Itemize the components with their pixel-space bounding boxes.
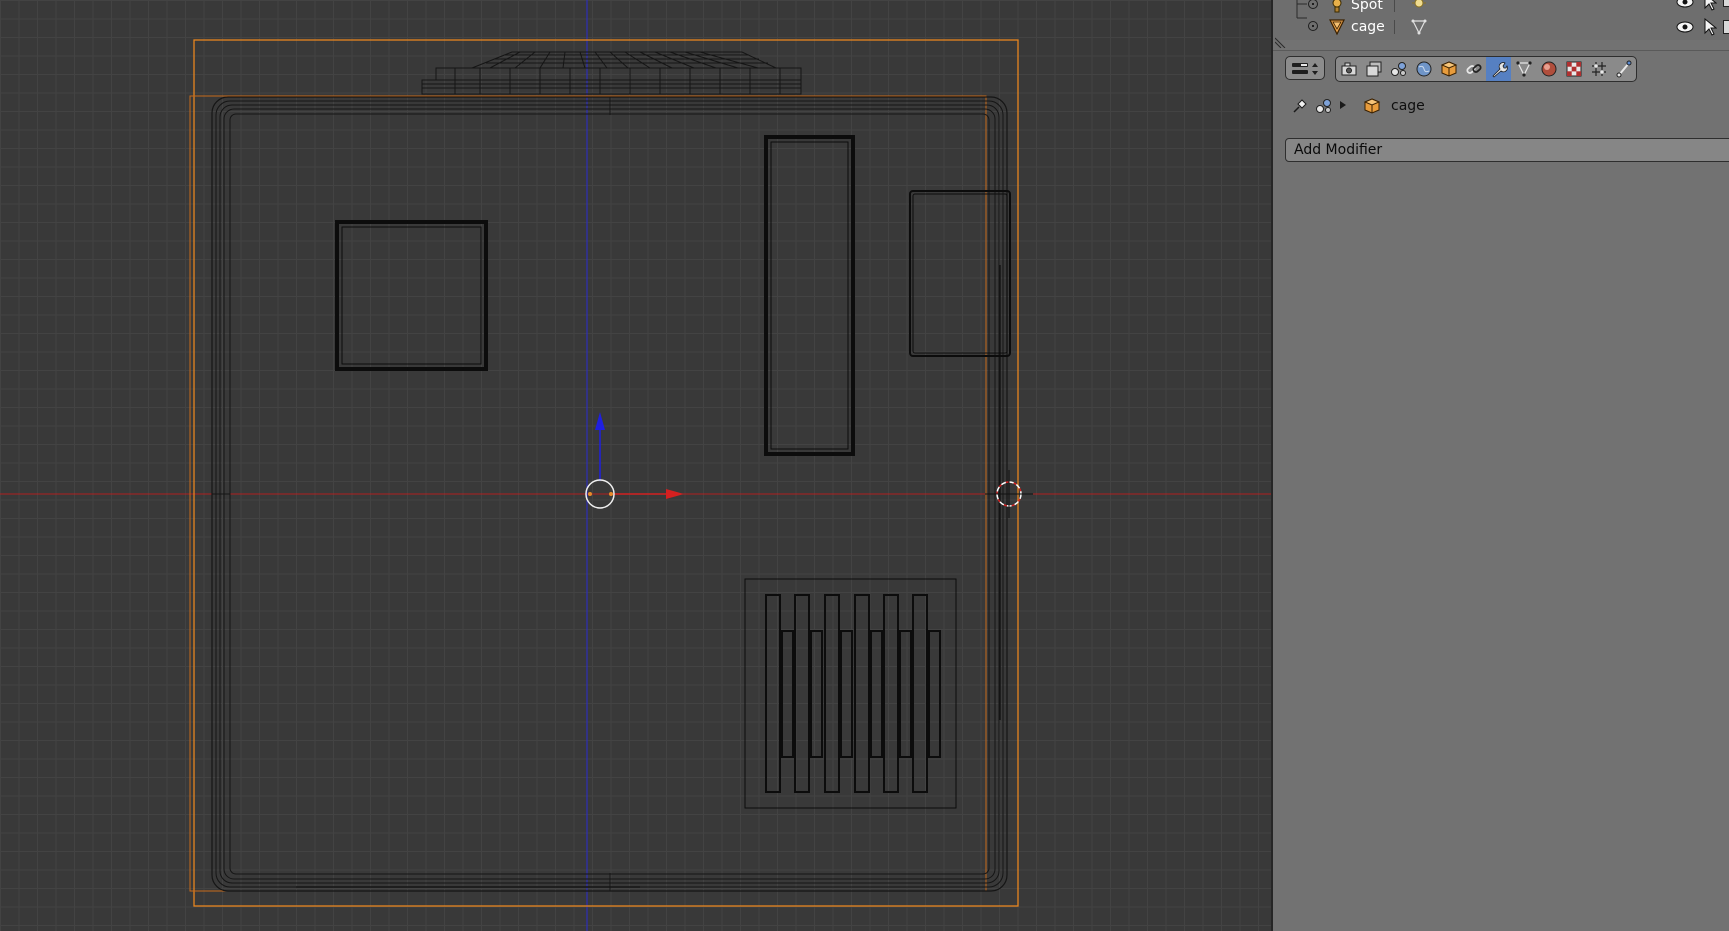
outliner-row-spot[interactable]: Spot [1273, 0, 1729, 14]
visibility-eye-icon[interactable] [1676, 0, 1694, 10]
add-modifier-label: Add Modifier [1294, 142, 1383, 158]
particles-icon [1591, 62, 1606, 76]
editor-type-button[interactable] [1285, 56, 1325, 80]
scene-icon [1316, 99, 1331, 113]
outliner-item-label[interactable]: Spot [1351, 0, 1383, 14]
side-panel: Spot cage cage Add Modifier [1271, 0, 1729, 931]
link-icon [1465, 64, 1482, 74]
outliner-separator [1394, 20, 1395, 34]
tab-world[interactable] [1411, 57, 1436, 81]
checker-texture-icon [1566, 61, 1581, 77]
editor-type-icon [1292, 63, 1318, 75]
expand-toggle-icon[interactable] [1308, 21, 1318, 31]
tab-material[interactable] [1536, 57, 1561, 81]
selection-outline[interactable] [193, 39, 1019, 907]
tab-particles[interactable] [1586, 57, 1611, 81]
lamp-data-icon[interactable] [1410, 0, 1428, 14]
tab-texture[interactable] [1561, 57, 1586, 81]
tab-object[interactable] [1436, 57, 1461, 81]
cube-icon [1440, 61, 1457, 77]
tab-physics[interactable] [1611, 57, 1636, 81]
tree-line-icon [1296, 4, 1307, 19]
renderable-camera-icon[interactable] [1723, 20, 1729, 34]
tab-render[interactable] [1336, 57, 1361, 81]
cube-icon [1363, 98, 1381, 114]
breadcrumb-object-label: cage [1391, 98, 1425, 114]
context-tabs [1335, 56, 1637, 82]
outliner-row-cage[interactable]: cage [1273, 4, 1729, 40]
breadcrumb-arrow-icon [1340, 101, 1346, 109]
camera-icon [1341, 62, 1356, 76]
vent-grill[interactable] [744, 578, 957, 809]
properties-header [1273, 50, 1729, 85]
add-modifier-dropdown[interactable]: Add Modifier [1285, 138, 1729, 162]
3d-cursor[interactable] [985, 470, 1033, 518]
physics-icon [1616, 60, 1631, 78]
3d-viewport[interactable] [0, 0, 1271, 931]
gizmo-x-arrow-head[interactable] [666, 489, 684, 499]
tab-data[interactable] [1511, 57, 1536, 81]
tab-scene[interactable] [1386, 57, 1411, 81]
tall-slot[interactable] [764, 135, 855, 456]
selectable-cursor-icon[interactable] [1703, 0, 1717, 11]
visibility-eye-icon[interactable] [1676, 19, 1694, 35]
square-window[interactable] [335, 220, 488, 371]
wrench-icon [1491, 62, 1508, 78]
object-origin-right [609, 492, 613, 496]
mesh-data-icon[interactable] [1410, 18, 1428, 36]
mesh-object-icon [1329, 19, 1345, 36]
pin-icon[interactable] [1291, 97, 1309, 115]
gizmo-z-arrow-head[interactable] [595, 412, 605, 430]
tab-constraints[interactable] [1461, 57, 1486, 81]
lamp-object-icon [1332, 0, 1342, 13]
expand-toggle-icon[interactable] [1308, 0, 1318, 9]
lid-wireframe [421, 51, 802, 95]
area-split-corner-icon[interactable] [1275, 36, 1287, 48]
object-origin-left [588, 492, 592, 496]
render-layers-icon [1366, 61, 1381, 77]
renderable-camera-icon[interactable] [1723, 0, 1729, 7]
outliner[interactable]: Spot cage [1273, 0, 1729, 40]
world-icon [1416, 61, 1431, 77]
tab-modifiers[interactable] [1486, 57, 1511, 81]
selectable-cursor-icon[interactable] [1703, 18, 1717, 36]
outliner-separator [1394, 0, 1395, 12]
properties-breadcrumb: cage [1283, 94, 1729, 118]
outliner-item-label[interactable]: cage [1351, 18, 1385, 36]
blender-window: Spot cage cage Add Modifier [0, 0, 1729, 931]
material-sphere-icon [1541, 61, 1556, 77]
scene-icon [1390, 62, 1406, 76]
viewport-canvas[interactable] [0, 0, 1271, 931]
mesh-data-icon [1515, 61, 1532, 77]
tab-render-layers[interactable] [1361, 57, 1386, 81]
